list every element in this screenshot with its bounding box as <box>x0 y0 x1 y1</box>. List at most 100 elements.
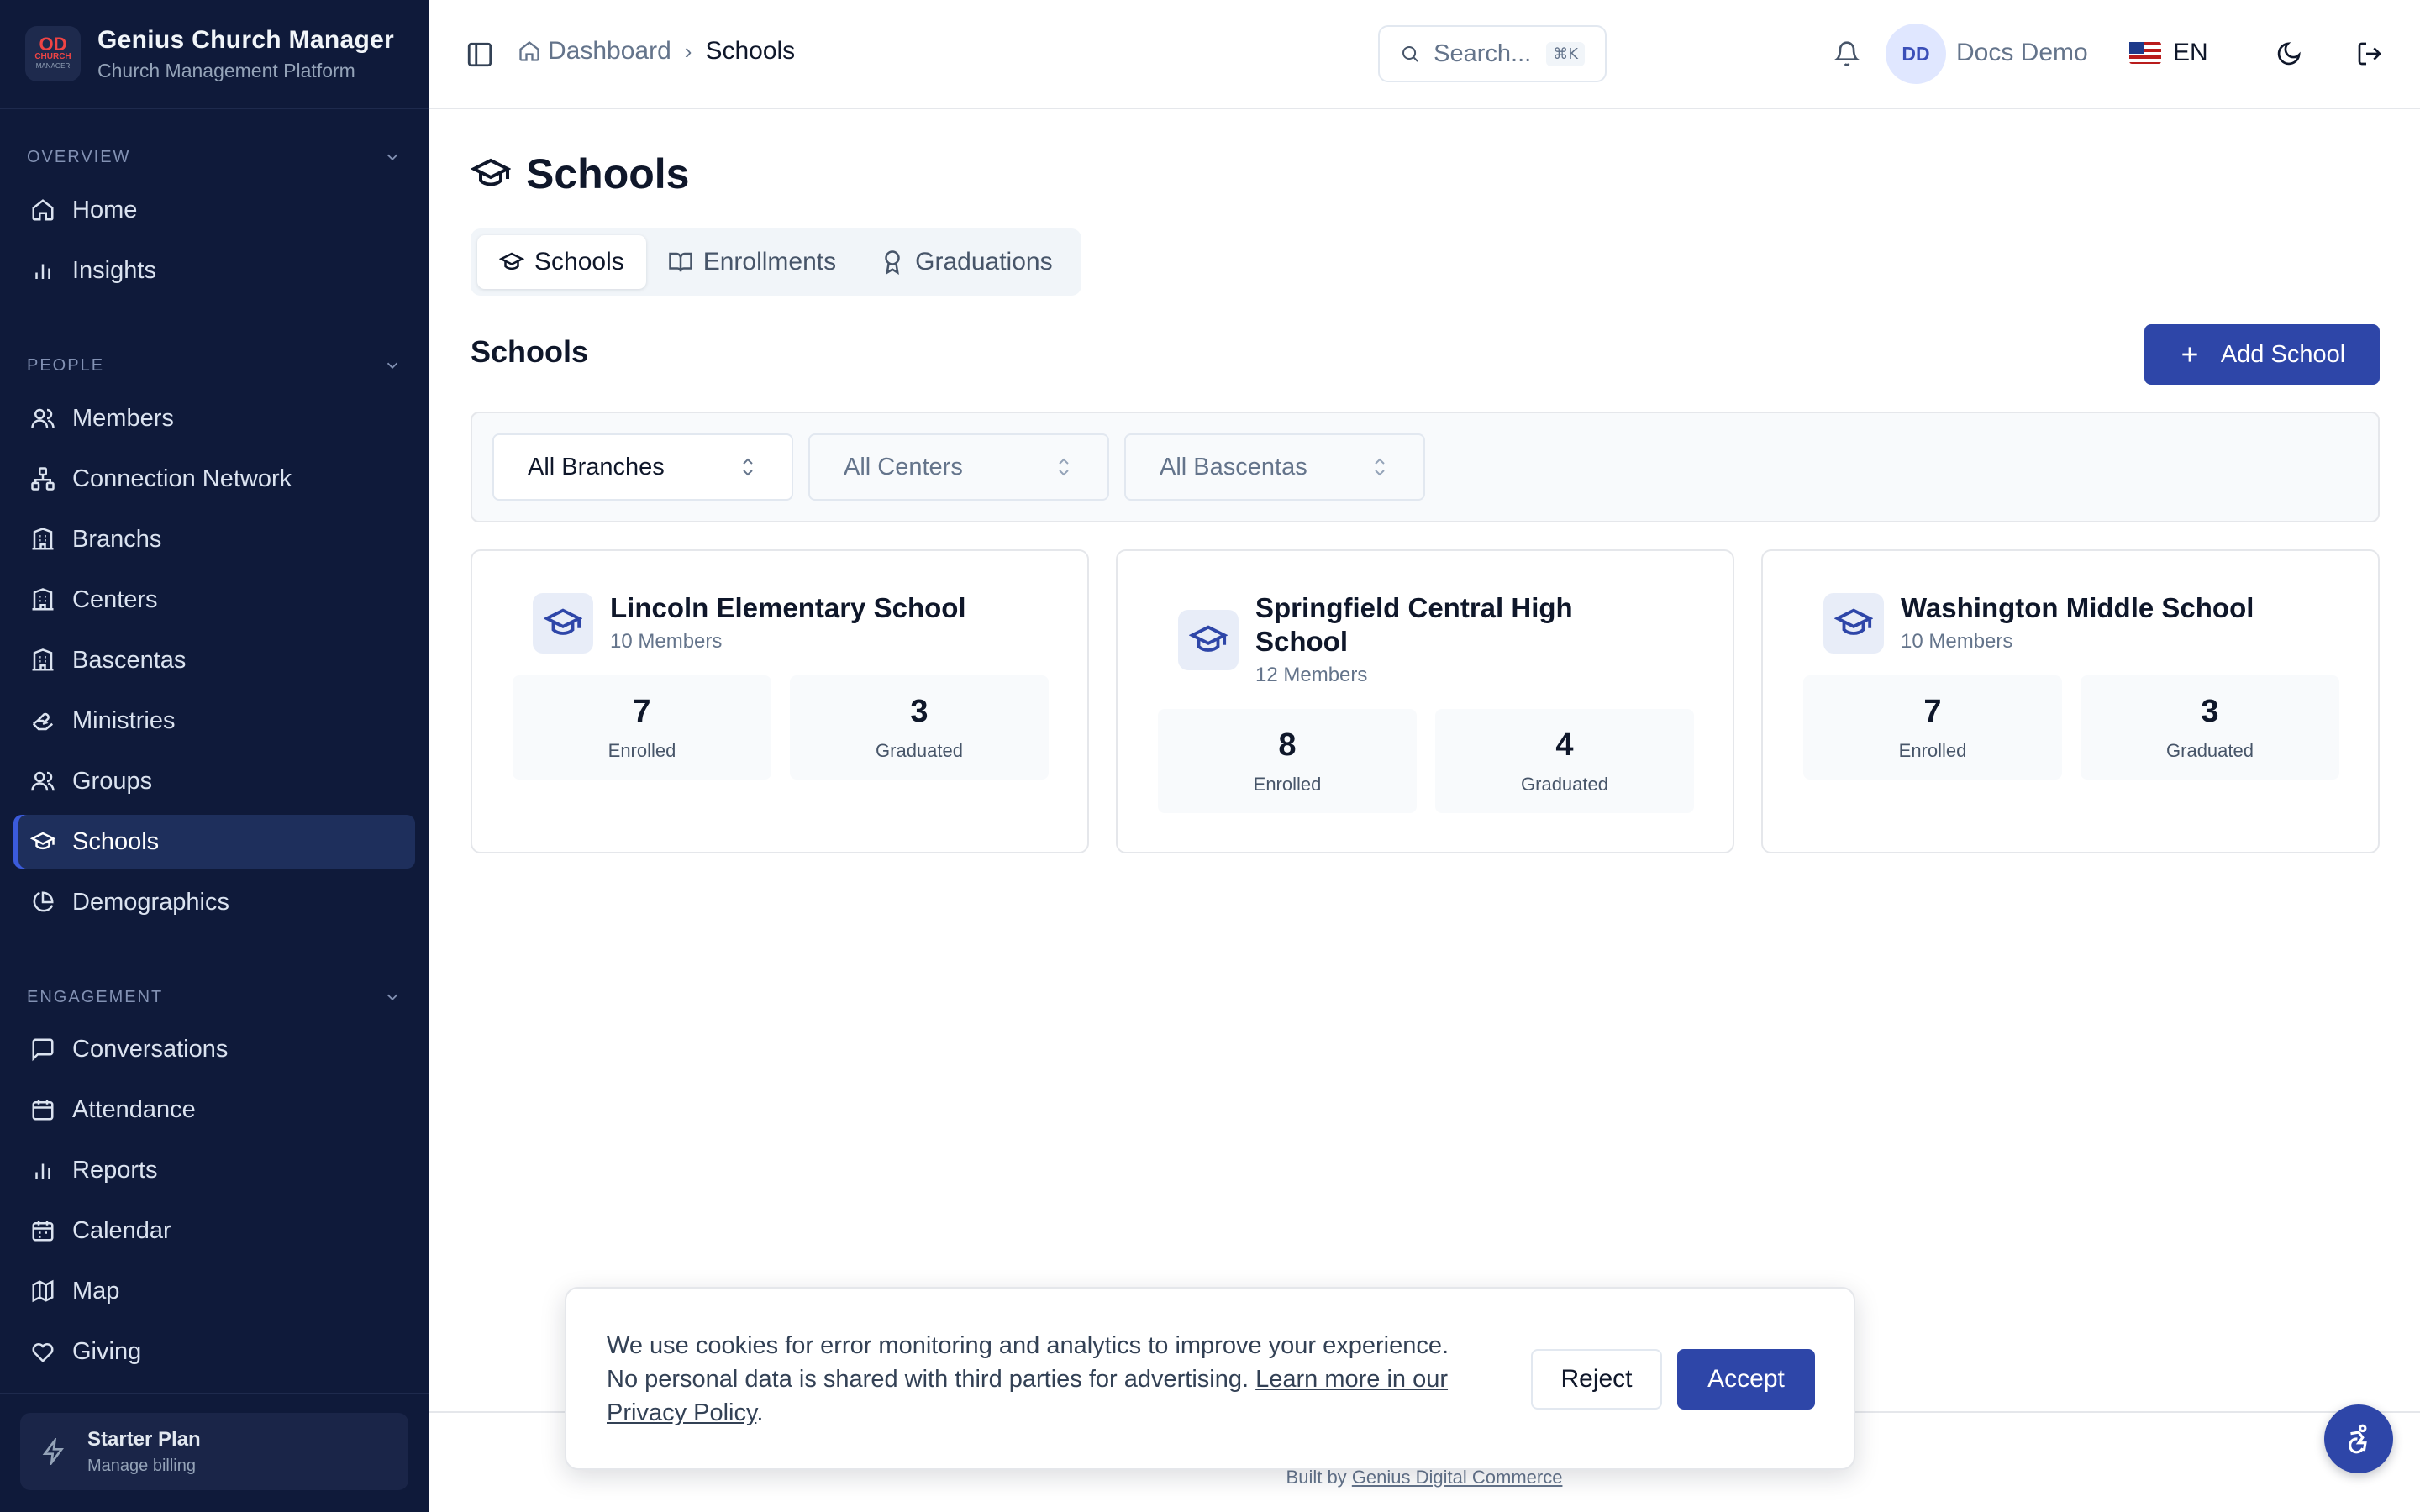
zap-icon <box>42 1438 64 1465</box>
graduated-label: Graduated <box>876 740 963 761</box>
school-icon <box>533 593 593 654</box>
sidebar-toggle-icon[interactable] <box>466 40 494 69</box>
bar-chart-icon <box>35 264 50 279</box>
accessibility-icon <box>2349 1424 2367 1454</box>
sidebar-item-label: Map <box>72 1277 120 1305</box>
building-icon <box>32 588 54 611</box>
breadcrumb-current: Schools <box>705 37 796 65</box>
school-card[interactable]: Washington Middle School 10 Members 7 En… <box>1761 549 2380 853</box>
user-name[interactable]: Docs Demo <box>1956 39 2088 67</box>
brand-logo-word: MANAGER <box>35 62 71 70</box>
graduation-cap-icon <box>1189 625 1228 652</box>
sidebar-item-schools[interactable]: Schools <box>13 815 415 869</box>
cookie-message: We use cookies for error monitoring and … <box>607 1329 1481 1430</box>
brand-subtitle: Church Management Platform <box>97 59 355 81</box>
bascenta-select[interactable]: All Bascentas <box>1124 433 1425 501</box>
school-members: 10 Members <box>1901 630 2013 653</box>
school-card[interactable]: Lincoln Elementary School 10 Members 7 E… <box>471 549 1089 853</box>
language-code: EN <box>2173 39 2208 66</box>
logout-icon[interactable] <box>2356 40 2383 67</box>
breadcrumb-separator-icon: › <box>684 38 692 64</box>
enrolled-stat: 7 Enrolled <box>513 675 771 780</box>
section-heading: ENGAGEMENT <box>27 987 164 1006</box>
bell-icon[interactable] <box>1833 40 1860 67</box>
sidebar-item-centers[interactable]: Centers <box>13 573 415 627</box>
sidebar-item-label: Centers <box>72 585 158 613</box>
graduated-count: 3 <box>910 694 929 729</box>
graduated-count: 4 <box>1555 727 1574 763</box>
sidebar-item-label: Attendance <box>72 1095 196 1123</box>
tab-enrollments[interactable]: Enrollments <box>646 235 858 289</box>
tab-graduations[interactable]: Graduations <box>858 235 1074 289</box>
graduation-cap-icon <box>499 252 524 270</box>
book-open-icon <box>668 252 692 272</box>
sidebar-item-groups[interactable]: Groups <box>13 754 415 808</box>
branch-select[interactable]: All Branches <box>492 433 793 501</box>
brand[interactable]: OD CHURCH MANAGER Genius Church Manager … <box>0 0 429 109</box>
section-engagement-header[interactable]: ENGAGEMENT <box>0 984 429 1010</box>
sidebar-item-label: Reports <box>72 1156 158 1184</box>
sidebar-item-demographics[interactable]: Demographics <box>13 875 415 929</box>
sidebar-item-insights[interactable]: Insights <box>13 244 415 297</box>
brand-title: Genius Church Manager <box>97 25 395 54</box>
plan-billing-card[interactable]: Starter Plan Manage billing <box>20 1413 408 1490</box>
section-overview-header[interactable]: OVERVIEW <box>0 144 429 170</box>
sidebar-item-members[interactable]: Members <box>13 391 415 445</box>
breadcrumb-dashboard-link[interactable]: Dashboard <box>548 37 671 66</box>
search-icon <box>1402 45 1418 62</box>
enrolled-count: 7 <box>633 694 651 729</box>
section-heading: PEOPLE <box>27 355 105 375</box>
tab-label: Enrollments <box>702 248 837 276</box>
calendar-check-icon <box>32 1100 54 1121</box>
chevron-down-icon <box>387 154 398 161</box>
sidebar-item-attendance[interactable]: Attendance <box>13 1083 415 1137</box>
add-school-button[interactable]: Add School <box>2144 324 2380 385</box>
calendar-icon <box>32 1221 54 1242</box>
avatar[interactable]: DD <box>1886 24 1946 84</box>
sidebar-item-label: Ministries <box>72 706 176 734</box>
sidebar-item-calendar[interactable]: Calendar <box>13 1204 415 1257</box>
school-card[interactable]: Springfield Central High School 12 Membe… <box>1116 549 1734 853</box>
tab-schools[interactable]: Schools <box>477 235 646 289</box>
sidebar-item-conversations[interactable]: Conversations <box>13 1022 415 1076</box>
select-value: All Centers <box>844 453 963 480</box>
home-icon <box>519 41 539 61</box>
reject-cookies-button[interactable]: Reject <box>1531 1349 1662 1410</box>
sidebar-item-label: Home <box>72 196 138 223</box>
sidebar-item-label: Bascentas <box>72 646 187 674</box>
moon-icon[interactable] <box>2275 40 2302 67</box>
language-selector[interactable]: EN <box>2129 39 2208 67</box>
map-icon <box>32 1279 54 1303</box>
sidebar-item-connection-network[interactable]: Connection Network <box>13 452 415 506</box>
enrolled-label: Enrolled <box>608 740 676 761</box>
plan-subtitle: Manage billing <box>87 1456 196 1475</box>
pie-chart-icon <box>33 891 54 912</box>
graduation-cap-icon <box>544 608 582 635</box>
chevrons-up-down-icon <box>1059 458 1069 476</box>
building-icon <box>32 648 54 671</box>
sidebar-item-branchs[interactable]: Branchs <box>13 512 415 566</box>
network-icon <box>31 467 55 491</box>
tab-bar: Schools Enrollments Graduations <box>471 228 1081 296</box>
sidebar-item-home[interactable]: Home <box>13 183 415 237</box>
enrolled-label: Enrolled <box>1253 774 1322 795</box>
sidebar-item-bascentas[interactable]: Bascentas <box>13 633 415 687</box>
search-button[interactable]: Search... ⌘K <box>1378 25 1607 82</box>
chevrons-up-down-icon <box>1375 458 1385 476</box>
sidebar-item-label: Connection Network <box>72 465 292 492</box>
sidebar-item-label: Members <box>72 404 174 432</box>
chevrons-up-down-icon <box>743 458 753 476</box>
sidebar-item-map[interactable]: Map <box>13 1264 415 1318</box>
enrolled-stat: 8 Enrolled <box>1158 709 1417 813</box>
sidebar-item-label: Calendar <box>72 1216 171 1244</box>
sidebar-item-giving[interactable]: Giving <box>13 1325 415 1378</box>
accessibility-button[interactable] <box>2324 1404 2393 1473</box>
section-title: Schools <box>471 334 589 369</box>
section-people-header[interactable]: PEOPLE <box>0 353 429 378</box>
enrolled-count: 8 <box>1278 727 1297 763</box>
sidebar-item-ministries[interactable]: Ministries <box>13 694 415 748</box>
school-name: Washington Middle School <box>1901 592 2254 623</box>
center-select[interactable]: All Centers <box>808 433 1109 501</box>
sidebar-item-reports[interactable]: Reports <box>13 1143 415 1197</box>
accept-cookies-button[interactable]: Accept <box>1677 1349 1815 1410</box>
